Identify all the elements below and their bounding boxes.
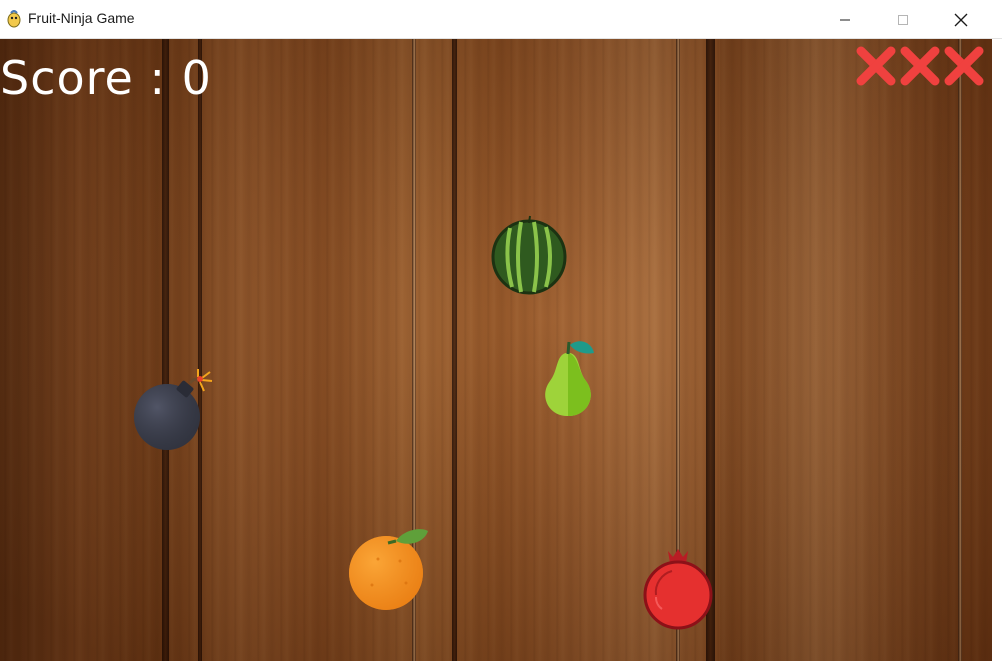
pomegranate-icon[interactable] bbox=[642, 547, 714, 631]
watermelon-icon[interactable] bbox=[490, 213, 568, 295]
maximize-button[interactable] bbox=[874, 0, 932, 39]
bomb-icon[interactable] bbox=[132, 369, 218, 453]
minimize-icon bbox=[840, 19, 850, 20]
minimize-button[interactable] bbox=[816, 0, 874, 39]
close-button[interactable] bbox=[932, 0, 990, 39]
pear-icon[interactable] bbox=[536, 337, 600, 419]
close-icon bbox=[954, 13, 968, 26]
red-x-icon bbox=[856, 46, 896, 86]
wood-vignette bbox=[0, 39, 992, 661]
orange-icon[interactable] bbox=[348, 525, 432, 611]
window-titlebar: Fruit-Ninja Game bbox=[0, 0, 1002, 39]
red-x-icon bbox=[900, 46, 940, 86]
lives-indicator bbox=[855, 44, 985, 88]
red-x-icon bbox=[944, 46, 984, 86]
game-canvas[interactable]: Score : 0 bbox=[0, 39, 992, 661]
maximize-icon bbox=[898, 14, 908, 25]
pygame-snake-icon bbox=[7, 10, 21, 28]
score-display: Score : 0 bbox=[0, 51, 212, 105]
window-title: Fruit-Ninja Game bbox=[28, 10, 135, 26]
